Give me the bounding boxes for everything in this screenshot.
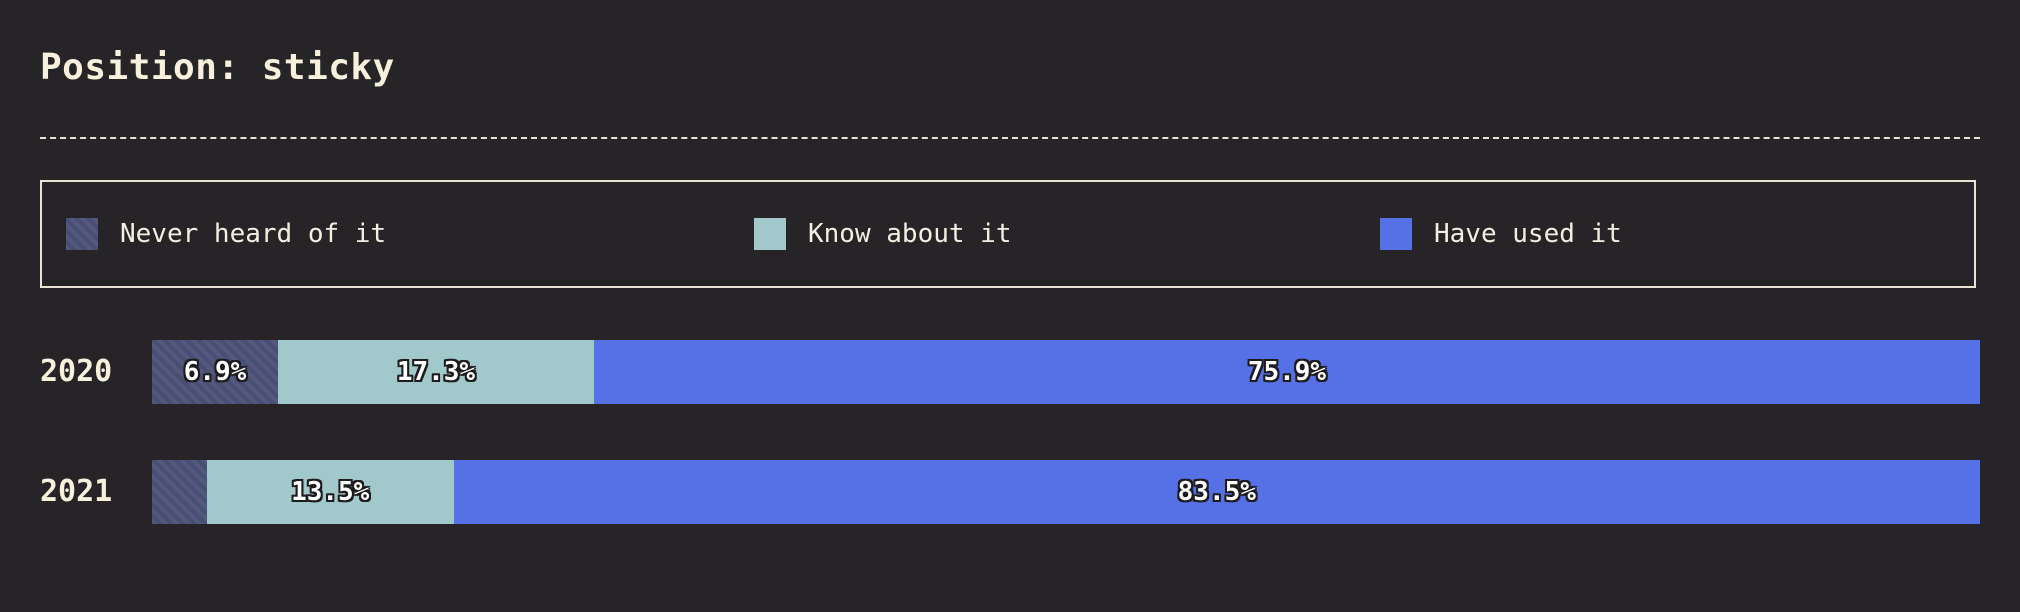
category-label-2020: 2020 [40,354,113,389]
title-divider [40,137,1980,139]
legend-label-have-used: Have used it [1434,219,1622,249]
bar-segment-2020-have-used[interactable]: 75.9% [593,340,1980,404]
bar-segment-2021-never-heard[interactable] [152,460,207,524]
category-label-2021: 2021 [40,474,113,509]
legend-swatch-know-about [754,218,786,250]
data-label-2020-never-heard: 6.9% [183,357,247,387]
bar-row-2021: 2021 13.5% 83.5% [40,460,1980,524]
data-label-2021-have-used: 83.5% [1177,477,1256,507]
legend-item-know-about[interactable]: Know about it [754,218,1012,250]
chart-legend: Never heard of it Know about it Have use… [40,180,1976,288]
legend-item-never-heard[interactable]: Never heard of it [66,218,386,250]
data-label-2020-know-about: 17.3% [396,357,476,387]
legend-label-know-about: Know about it [808,219,1012,249]
legend-item-have-used[interactable]: Have used it [1380,218,1622,250]
bar-track-2021: 13.5% 83.5% [152,460,1980,524]
legend-swatch-have-used [1380,218,1412,250]
legend-label-never-heard: Never heard of it [120,219,387,249]
bar-segment-2021-have-used[interactable]: 83.5% [453,460,1980,524]
bar-segment-2020-never-heard[interactable]: 6.9% [152,340,278,404]
bar-segment-2021-know-about[interactable]: 13.5% [206,460,454,524]
chart-title: Position: sticky [40,47,395,88]
data-label-2021-know-about: 13.5% [291,477,370,507]
bar-segment-2020-know-about[interactable]: 17.3% [278,340,594,404]
legend-swatch-never-heard [66,218,98,250]
bar-row-2020: 2020 6.9% 17.3% 75.9% [40,340,1980,404]
data-label-2020-have-used: 75.9% [1247,357,1327,387]
bar-track-2020: 6.9% 17.3% 75.9% [152,340,1980,404]
